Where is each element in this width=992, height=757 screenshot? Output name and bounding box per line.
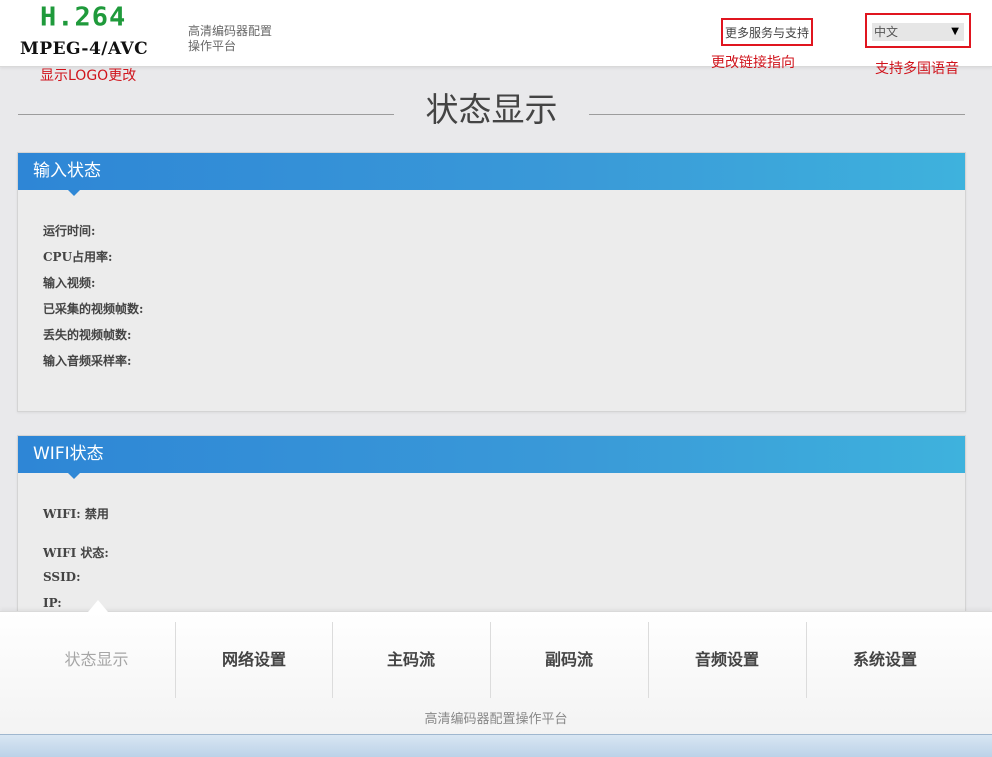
panel-title: 输入状态: [18, 153, 965, 190]
cpu-usage-label: CPU占用率:: [43, 250, 113, 264]
page-title: 状态显示: [425, 90, 558, 129]
captured-frames-label: 已采集的视频帧数:: [43, 302, 144, 316]
nav-item-main-stream[interactable]: 主码流: [332, 622, 489, 698]
annotation-logo: 显示LOGO更改: [40, 68, 137, 84]
panel-title: WIFI状态: [18, 436, 965, 473]
language-value: 中文: [874, 25, 899, 39]
input-status-panel: 输入状态 运行时间: CPU占用率: 输入视频: 已采集的视频帧数: 丢失的视频…: [17, 152, 966, 412]
panel-notch-icon: [68, 190, 80, 196]
language-select[interactable]: 中文 ▼: [872, 23, 964, 41]
wifi-status-panel: WIFI状态 WIFI: 禁用 WIFI 状态: SSID: IP:: [17, 435, 966, 635]
annotation-language: 支持多国语音: [875, 61, 959, 77]
window-bottom-strip: [0, 734, 992, 757]
nav-item-sub-stream[interactable]: 副码流: [490, 622, 647, 698]
uptime-label: 运行时间:: [43, 224, 96, 238]
nav-item-status[interactable]: 状态显示: [18, 622, 175, 698]
logo-h264: H.264: [40, 2, 127, 33]
more-services-link[interactable]: 更多服务与支持: [721, 18, 813, 46]
lost-frames-label: 丢失的视频帧数:: [43, 328, 132, 342]
subtitle-line2: 操作平台: [188, 39, 237, 53]
ip-label: IP:: [43, 596, 62, 610]
subtitle-line1: 高清编码器配置: [188, 24, 273, 38]
input-video-label: 输入视频:: [43, 276, 96, 290]
dropdown-arrow-icon: ▼: [951, 26, 959, 37]
title-divider-left: [18, 114, 394, 115]
audio-samplerate-label: 输入音频采样率:: [43, 354, 132, 368]
annotation-link: 更改链接指向: [711, 55, 795, 71]
nav-item-audio[interactable]: 音频设置: [648, 622, 805, 698]
nav-item-system[interactable]: 系统设置: [806, 622, 963, 698]
panel-notch-icon: [68, 473, 80, 479]
header: H.264 MPEG-4/AVC 高清编码器配置 操作平台 更多服务与支持 中文…: [0, 0, 992, 67]
wifi-state-label: WIFI 状态:: [43, 546, 109, 560]
header-subtitle: 高清编码器配置 操作平台: [188, 24, 272, 54]
logo-mpeg4: MPEG-4/AVC: [20, 39, 149, 59]
nav-pointer-icon: [88, 600, 108, 612]
ssid-label: SSID:: [43, 570, 81, 584]
title-divider-right: [589, 114, 965, 115]
footer-text: 高清编码器配置操作平台: [424, 712, 568, 727]
bottom-nav: 状态显示 网络设置 主码流 副码流 音频设置 系统设置 高清编码器配置操作平台: [0, 600, 992, 735]
wifi-enabled-label: WIFI: 禁用: [43, 507, 109, 521]
nav-item-network[interactable]: 网络设置: [175, 622, 332, 698]
language-selector-frame: 中文 ▼: [865, 13, 971, 48]
